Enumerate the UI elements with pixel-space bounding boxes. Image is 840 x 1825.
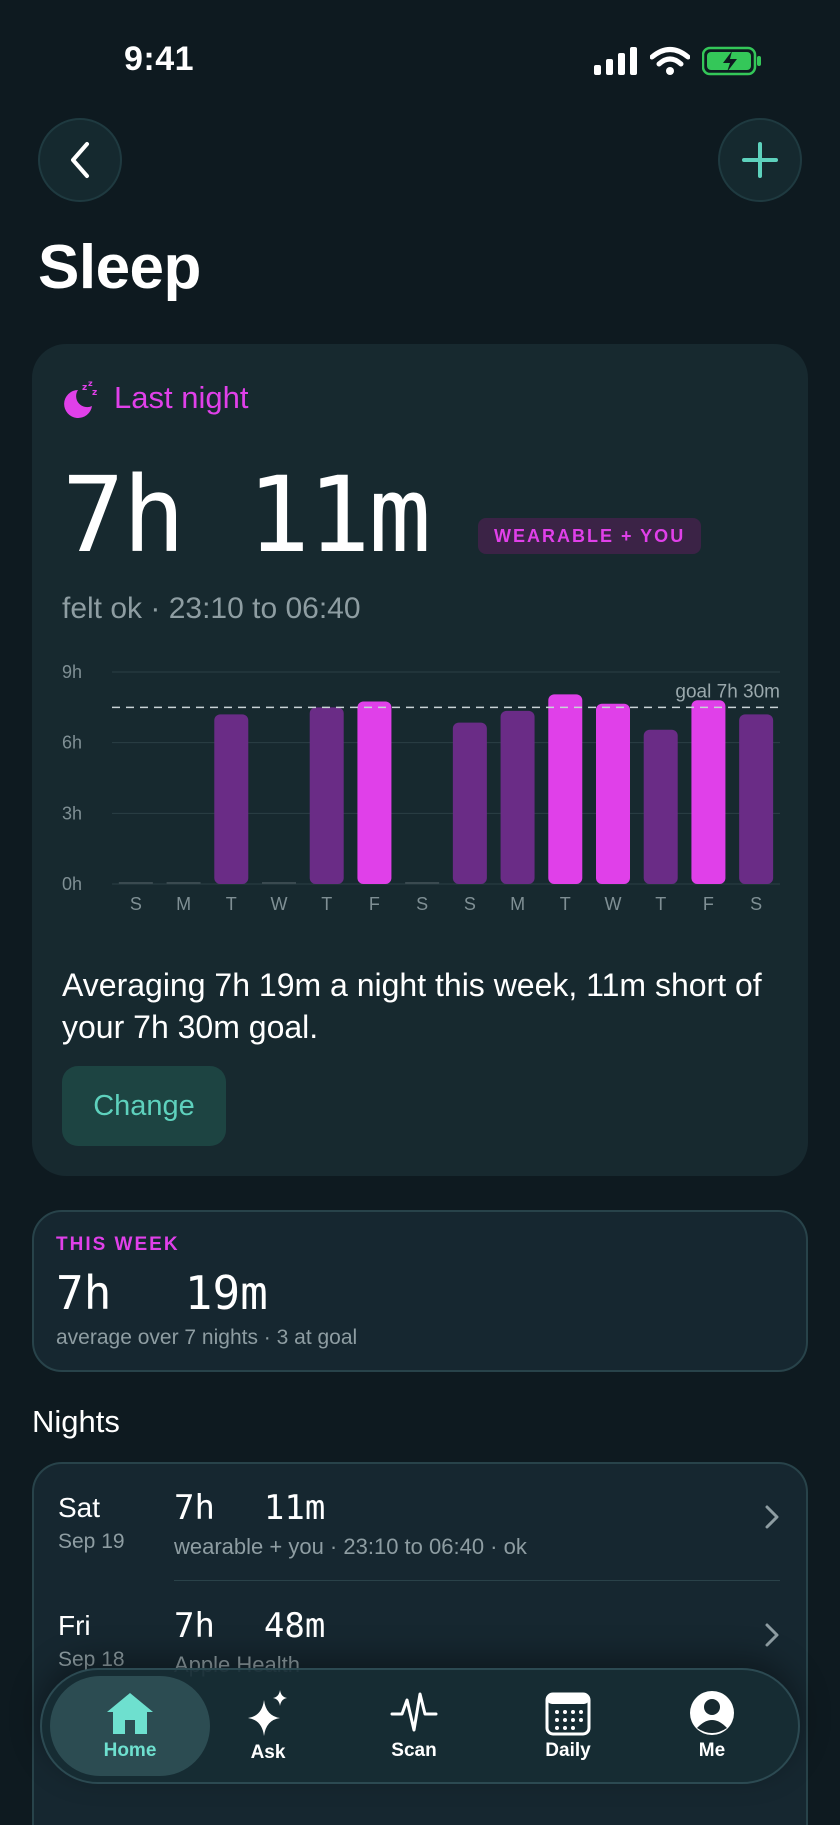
x-tick-label: S	[750, 894, 762, 914]
chevron-left-icon	[71, 142, 89, 178]
svg-text:z: z	[88, 379, 93, 388]
row-divider	[174, 1580, 780, 1581]
x-tick-label: T	[560, 894, 571, 914]
svg-text:z: z	[82, 383, 87, 393]
night-minutes: 48m	[263, 1606, 326, 1646]
chart-bar	[405, 882, 440, 884]
source-badge: WEARABLE + YOU	[478, 518, 702, 554]
chart-bar	[691, 700, 726, 884]
goal-label: goal 7h 30m	[675, 681, 780, 702]
tab-daily[interactable]: Daily	[518, 1676, 618, 1776]
x-tick-label: T	[655, 894, 666, 914]
night-day: Sat	[58, 1492, 101, 1523]
plus-icon	[742, 142, 778, 178]
x-tick-label: S	[130, 894, 142, 914]
tab-bar: Home Ask Scan Daily Me	[40, 1668, 800, 1784]
felt-line: felt ok · 23:10 to 06:40	[62, 592, 361, 625]
last-night-card: z z z Last night 7h 11m WEARABLE + YOU f…	[32, 344, 808, 1176]
home-icon	[107, 1693, 153, 1734]
x-tick-label: M	[510, 894, 525, 914]
chart-bar	[262, 882, 296, 884]
wifi-icon	[650, 47, 690, 75]
profile-icon	[690, 1691, 734, 1735]
x-tick-label: S	[416, 894, 428, 914]
tab-label: Daily	[545, 1740, 591, 1761]
tab-label: Ask	[250, 1742, 286, 1763]
chart-bar	[643, 729, 678, 884]
night-date: Sep 19	[58, 1530, 125, 1553]
y-tick-label: 6h	[62, 733, 82, 753]
duration-minutes: 11m	[247, 454, 431, 576]
tab-label: Scan	[391, 1740, 437, 1761]
x-tick-label: F	[703, 894, 714, 914]
night-duration: 7h 11m	[174, 1488, 325, 1528]
chevron-right-icon	[765, 1623, 779, 1647]
chart-bar	[548, 694, 583, 884]
tab-me[interactable]: Me	[662, 1676, 762, 1776]
svg-text:z: z	[92, 388, 97, 398]
this-week-card[interactable]: THIS WEEK 7h 19m average over 7 nights ·…	[32, 1210, 808, 1372]
x-tick-label: T	[226, 894, 237, 914]
y-tick-label: 9h	[62, 662, 82, 682]
x-tick-label: W	[271, 894, 288, 914]
x-tick-label: T	[321, 894, 332, 914]
night-hours: 7h	[174, 1606, 215, 1646]
last-night-header: z z z Last night	[62, 378, 248, 418]
night-minutes: 11m	[263, 1488, 326, 1528]
week-hours: 7h	[56, 1266, 112, 1320]
this-week-value: 7h 19m	[56, 1266, 268, 1320]
chart-bar	[500, 710, 535, 884]
tab-scan[interactable]: Scan	[364, 1676, 464, 1776]
y-tick-label: 0h	[62, 874, 82, 894]
x-tick-label: W	[605, 894, 622, 914]
x-tick-label: S	[464, 894, 476, 914]
chart-bar	[309, 707, 344, 884]
battery-charging-icon	[702, 46, 761, 76]
night-row[interactable]: Sat Sep 19 7h 11m wearable + you · 23:10…	[34, 1464, 806, 1582]
x-tick-label: M	[176, 894, 191, 914]
sleep-bar-chart: 0h 3h 6h 9h S M T W T F S S M T W T F Sgoal 7h 30m	[62, 662, 780, 914]
sparkles-icon	[248, 1690, 287, 1736]
nights-title: Nights	[32, 1404, 120, 1439]
night-hours: 7h	[174, 1488, 215, 1528]
sleep-chart: 0h 3h 6h 9h S M T W T F S S M T W T F Sgoal 7h 30m	[56, 644, 796, 944]
duration-hours: 7h	[62, 454, 185, 576]
back-button[interactable]	[38, 118, 122, 202]
this-week-sub: average over 7 nights · 3 at goal	[56, 1326, 358, 1349]
chart-bar	[166, 882, 201, 884]
night-duration: 7h 48m	[174, 1606, 325, 1646]
page-title: Sleep	[38, 233, 201, 302]
chart-bar	[214, 714, 249, 884]
calendar-icon	[545, 1692, 591, 1736]
moon-zzz-icon: z z z	[64, 379, 97, 418]
chart-bar	[452, 722, 487, 884]
y-tick-label: 3h	[62, 803, 82, 823]
night-day: Fri	[58, 1610, 91, 1641]
x-tick-label: F	[369, 894, 380, 914]
tab-ask[interactable]: Ask	[218, 1676, 318, 1776]
chart-bar	[357, 701, 392, 884]
this-week-label: THIS WEEK	[56, 1234, 180, 1255]
cellular-signal-icon	[594, 47, 637, 75]
sleep-summary: Averaging 7h 19m a night this week, 11m …	[62, 967, 762, 1045]
tab-label: Home	[103, 1740, 157, 1761]
chart-bar	[739, 714, 774, 884]
pulse-icon	[390, 1692, 438, 1732]
last-night-duration: 7h 11m	[62, 454, 431, 576]
week-minutes: 19m	[184, 1266, 268, 1320]
status-time: 9:41	[124, 40, 195, 78]
night-detail: wearable + you · 23:10 to 06:40 · ok	[174, 1534, 527, 1559]
chevron-right-icon	[765, 1505, 779, 1529]
status-icons	[594, 46, 762, 76]
chart-bar	[596, 703, 630, 884]
change-goal-button[interactable]: Change	[62, 1066, 226, 1146]
last-night-label: Last night	[114, 380, 249, 415]
add-button[interactable]	[718, 118, 802, 202]
tab-home[interactable]: Home	[50, 1676, 210, 1776]
tab-label: Me	[698, 1740, 726, 1761]
chart-bar	[118, 882, 153, 884]
